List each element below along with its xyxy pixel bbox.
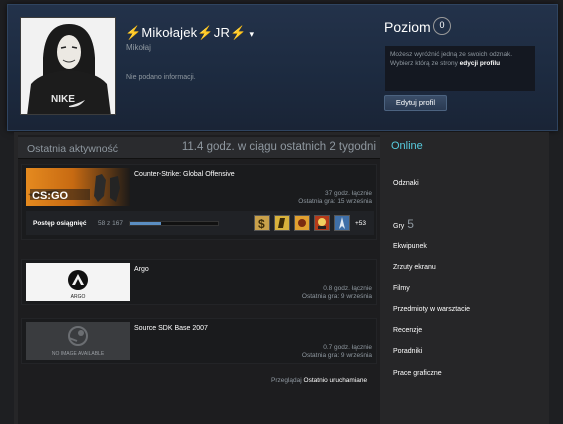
online-status: Online (391, 140, 423, 152)
game-row-csgo: CS:GO Counter-Strike: Global Offensive 3… (21, 164, 377, 240)
sidebar-item-guides[interactable]: Poradniki (393, 348, 422, 355)
achievement-progress[interactable]: Postęp osiągnięć 58 z 167 $ +53 (26, 211, 374, 235)
level-label: Poziom (384, 19, 431, 35)
achievement-icon[interactable]: $ (254, 215, 270, 231)
achievement-progress-fill (130, 222, 161, 225)
avatar-shirt-text: NIKE (51, 94, 75, 105)
profile-sidebar (386, 135, 549, 424)
game-last-played: Ostatnia gra: 15 września (298, 198, 372, 205)
achievement-label: Postęp osiągnięć (33, 220, 87, 227)
activity-hours: 11.4 godz. w ciągu ostatnich 2 tygodni (181, 141, 376, 153)
csgo-capsule-text: CS:GO (32, 190, 69, 202)
game-capsule-argo[interactable]: ARGO (26, 263, 130, 301)
sidebar-item-inventory[interactable]: Ekwipunek (393, 243, 427, 250)
achievement-icon[interactable] (334, 215, 350, 231)
avatar[interactable]: NIKE (20, 17, 116, 115)
achievement-icon[interactable] (294, 215, 310, 231)
profile-summary: Nie podano informacji. (126, 74, 196, 81)
game-last-played: Ostatnia gra: 9 września (301, 352, 372, 359)
sidebar-item-workshop[interactable]: Przedmioty w warsztacie (393, 306, 470, 313)
level-badge[interactable]: 0 (433, 17, 451, 35)
avatar-image: NIKE (21, 18, 115, 114)
browse-recent-link[interactable]: Ostatnio uruchamiane (304, 377, 368, 384)
sidebar-item-games[interactable]: Gry 5 (393, 217, 414, 231)
achievement-icon[interactable] (274, 215, 290, 231)
svg-text:$: $ (258, 217, 265, 230)
game-hours: 0.8 godz. łącznie (323, 285, 372, 292)
game-name[interactable]: Argo (134, 266, 149, 273)
no-image-capsule: NO IMAGE AVAILABLE (26, 322, 130, 360)
game-hours: 0.7 godz. łącznie (323, 344, 372, 351)
real-name: Mikołaj (126, 43, 151, 52)
csgo-capsule-image: CS:GO (26, 168, 130, 206)
sidebar-item-label: Gry (393, 223, 405, 230)
browse-prefix: Przeglądaj (271, 377, 302, 384)
persona-name-text: ⚡Mikołajek⚡JR⚡ (125, 25, 247, 40)
games-count: 5 (407, 217, 414, 231)
chevron-down-icon[interactable]: ▾ (249, 29, 254, 39)
edit-profile-link[interactable]: edycji profilu (460, 60, 500, 67)
game-hours: 37 godz. łącznie (325, 190, 372, 197)
game-name[interactable]: Source SDK Base 2007 (134, 325, 208, 332)
achievement-icon[interactable] (314, 215, 330, 231)
game-name[interactable]: Counter-Strike: Global Offensive (134, 171, 235, 178)
achievement-progress-bar (129, 221, 219, 226)
game-last-played: Ostatnia gra: 9 września (301, 293, 372, 300)
sidebar-item-videos[interactable]: Filmy (393, 285, 410, 292)
argo-capsule-image: ARGO (26, 263, 130, 301)
achievement-count: 58 z 167 (98, 220, 123, 227)
edit-profile-button[interactable]: Edytuj profil (384, 95, 447, 111)
sidebar-item-badges[interactable]: Odznaki (393, 180, 419, 187)
achievement-more[interactable]: +53 (355, 220, 366, 227)
game-row-argo: ARGO Argo 0.8 godz. łącznie Ostatnia gra… (21, 259, 377, 305)
persona-name[interactable]: ⚡Mikołajek⚡JR⚡ ▾ (125, 25, 254, 41)
argo-capsule-text: ARGO (71, 294, 86, 300)
level-info-box: Możesz wyróżnić jedną ze swoich odznak. … (385, 46, 535, 91)
activity-title: Ostatnia aktywność (27, 143, 119, 155)
sidebar-item-reviews[interactable]: Recenzje (393, 327, 422, 334)
no-image-text: NO IMAGE AVAILABLE (52, 351, 105, 357)
game-capsule-source-sdk[interactable]: NO IMAGE AVAILABLE (26, 322, 130, 360)
profile-page: NIKE ⚡Mikołajek⚡JR⚡ ▾ Mikołaj Nie podano … (0, 0, 563, 424)
game-row-source-sdk: NO IMAGE AVAILABLE Source SDK Base 2007 … (21, 318, 377, 364)
browse-recent: Przeglądaj Ostatnio uruchamiane (271, 377, 367, 384)
game-capsule-csgo[interactable]: CS:GO (26, 168, 130, 206)
sidebar-item-screenshots[interactable]: Zrzuty ekranu (393, 264, 436, 271)
sidebar-item-artwork[interactable]: Prace graficzne (393, 370, 442, 377)
